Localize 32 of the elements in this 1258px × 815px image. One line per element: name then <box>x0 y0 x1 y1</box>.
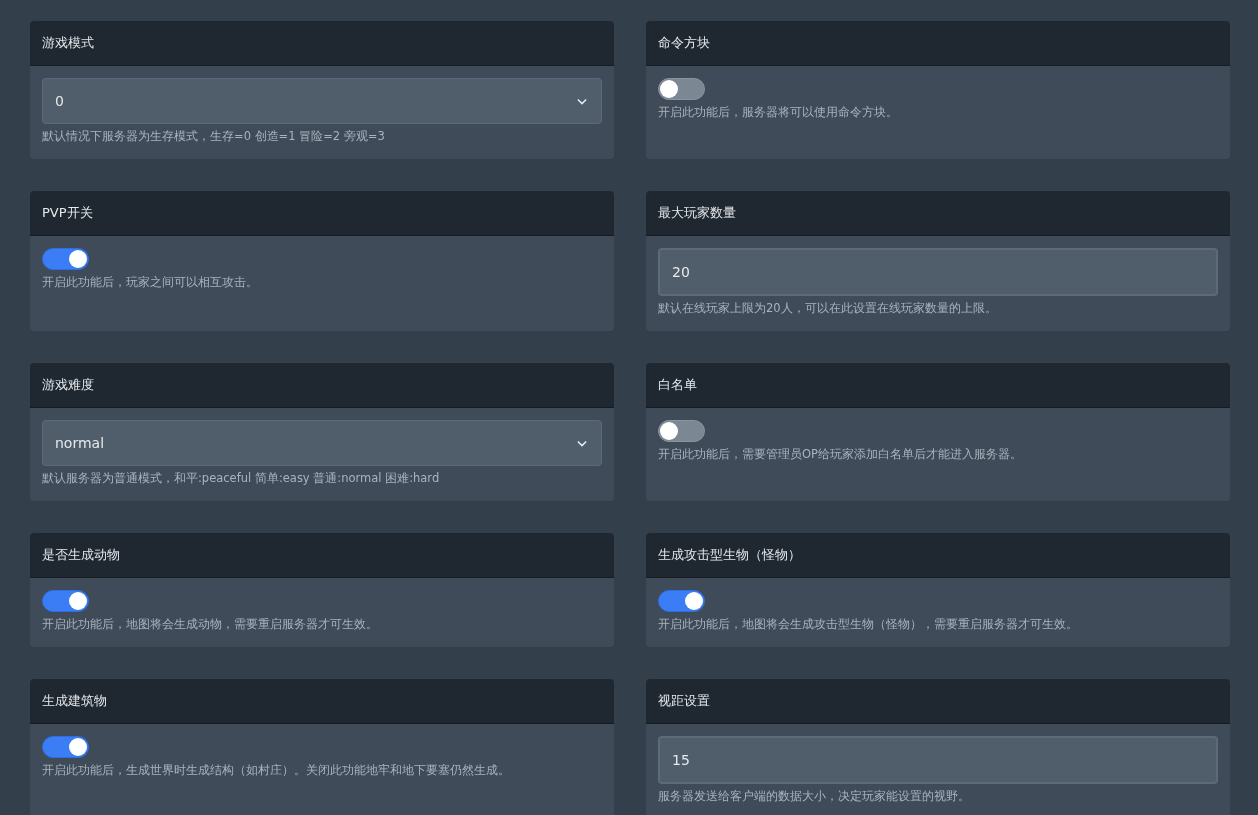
card-title: 命令方块 <box>658 34 710 52</box>
card-title: 游戏模式 <box>42 34 94 52</box>
hint-text: 默认在线玩家上限为20人，可以在此设置在线玩家数量的上限。 <box>658 300 998 317</box>
input-field[interactable]: 15 <box>658 736 1218 784</box>
card-title: 游戏难度 <box>42 376 94 394</box>
hint-text: 开启此功能后，服务器将可以使用命令方块。 <box>658 104 899 121</box>
card-title: 最大玩家数量 <box>658 204 736 222</box>
chevron-down-icon <box>577 439 587 447</box>
card-title: 是否生成动物 <box>42 546 120 564</box>
toggle-switch[interactable] <box>658 78 705 100</box>
card-title: PVP开关 <box>42 204 93 222</box>
select-field[interactable]: normal <box>42 420 602 466</box>
card-title: 生成攻击型生物（怪物） <box>658 546 801 564</box>
card-title: 白名单 <box>658 376 697 394</box>
select-field[interactable]: 0 <box>42 78 602 124</box>
hint-text: 默认服务器为普通模式，和平:peaceful 简单:easy 普通:normal 困难:hard <box>42 470 441 487</box>
toggle-switch[interactable] <box>42 590 89 612</box>
card-title: 生成建筑物 <box>42 692 107 710</box>
hint-text: 默认情况下服务器为生存模式，生存=0 创造=1 冒险=2 旁观=3 <box>42 128 386 145</box>
input-field[interactable]: 20 <box>658 248 1218 296</box>
hint-text: 开启此功能后，地图将会生成攻击型生物（怪物），需要重启服务器才可生效。 <box>658 616 1079 633</box>
card-title: 视距设置 <box>658 692 710 710</box>
hint-text: 服务器发送给客户端的数据大小，决定玩家能设置的视野。 <box>658 788 971 805</box>
chevron-down-icon <box>577 97 587 105</box>
toggle-switch[interactable] <box>42 248 89 270</box>
hint-text: 开启此功能后，需要管理员OP给玩家添加白名单后才能进入服务器。 <box>658 446 1023 463</box>
toggle-switch[interactable] <box>658 590 705 612</box>
toggle-switch[interactable] <box>658 420 705 442</box>
toggle-switch[interactable] <box>42 736 89 758</box>
hint-text: 开启此功能后，生成世界时生成结构（如村庄）。关闭此功能地牢和地下要塞仍然生成。 <box>42 762 511 779</box>
hint-text: 开启此功能后，地图将会生成动物，需要重启服务器才可生效。 <box>42 616 379 633</box>
hint-text: 开启此功能后，玩家之间可以相互攻击。 <box>42 274 259 291</box>
